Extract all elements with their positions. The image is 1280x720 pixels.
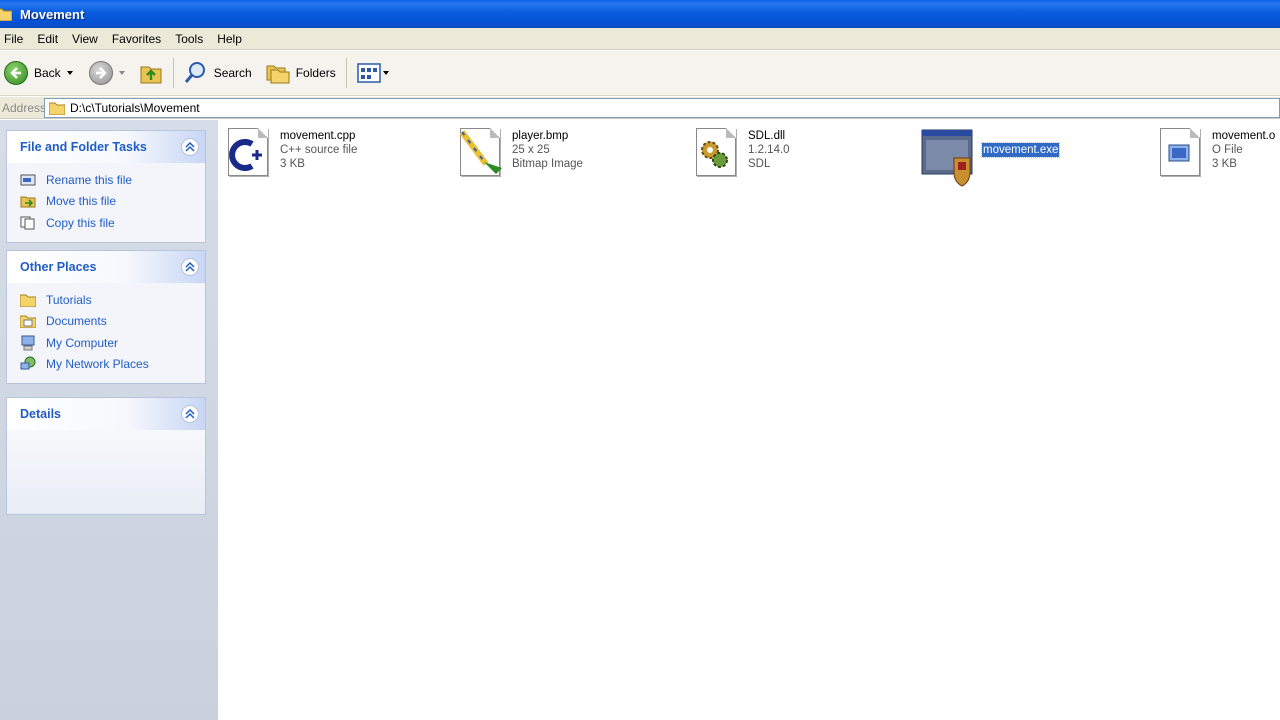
title-bar[interactable]: Movement: [0, 0, 1280, 28]
my-network-places-link[interactable]: My Network Places: [19, 354, 195, 376]
forward-arrow-icon: [88, 61, 113, 85]
file-item[interactable]: SDL.dll 1.2.14.0 SDL: [690, 126, 790, 178]
address-input[interactable]: D:\c\Tutorials\Movement: [44, 97, 1280, 118]
other-places-panel: Other Places Tutorials Documents My Comp…: [6, 250, 206, 384]
rename-icon: [19, 172, 37, 188]
up-folder-icon: [140, 66, 162, 84]
file-name: player.bmp: [512, 130, 569, 142]
file-dimensions: 25 x 25: [512, 144, 550, 156]
tutorials-label: Tutorials: [46, 292, 92, 307]
dll-file-icon: [690, 126, 742, 178]
documents-icon: [19, 313, 37, 329]
folder-icon: [49, 102, 65, 115]
rename-label: Rename this file: [46, 172, 133, 187]
folder-icon: [19, 292, 37, 308]
folders-icon: [266, 65, 290, 84]
file-name: movement.exe: [980, 142, 1061, 158]
file-list[interactable]: movement.cpp C++ source file 3 KB player…: [218, 120, 1280, 720]
file-size: 3 KB: [280, 158, 305, 170]
search-button[interactable]: Search: [180, 57, 256, 89]
file-item[interactable]: movement.cpp C++ source file 3 KB: [222, 126, 357, 178]
details-panel: Details: [6, 397, 206, 515]
cpp-file-icon: [222, 126, 274, 178]
my-computer-link[interactable]: My Computer: [19, 332, 195, 354]
my-network-places-label: My Network Places: [46, 357, 149, 372]
move-icon: [19, 193, 37, 209]
rename-file-link[interactable]: Rename this file: [19, 169, 195, 191]
panel-title: File and Folder Tasks: [20, 140, 147, 154]
folder-icon: [0, 8, 12, 21]
menu-edit[interactable]: Edit: [33, 32, 66, 46]
file-name: movement.cpp: [280, 130, 356, 142]
file-type: Bitmap Image: [512, 158, 583, 170]
window-title: Movement: [20, 6, 85, 22]
search-label: Search: [213, 66, 252, 80]
back-button[interactable]: Back: [0, 57, 77, 89]
file-size: 3 KB: [1212, 158, 1237, 170]
move-label: Move this file: [46, 194, 117, 209]
panel-title: Other Places: [20, 260, 97, 274]
up-folder-button[interactable]: [135, 57, 167, 89]
address-bar: Address D:\c\Tutorials\Movement: [0, 97, 1280, 119]
search-icon: [184, 62, 205, 83]
chevron-down-icon[interactable]: [118, 71, 125, 75]
exe-file-icon: [918, 126, 976, 187]
move-file-link[interactable]: Move this file: [19, 191, 195, 213]
panel-body: Rename this file Move this file Copy thi…: [7, 163, 205, 242]
panel-header[interactable]: Other Places: [7, 251, 205, 283]
folders-label: Folders: [295, 66, 336, 80]
details-body: [7, 430, 205, 514]
back-label: Back: [34, 66, 61, 80]
menu-bar: File Edit View Favorites Tools Help: [0, 28, 1280, 50]
views-icon: [356, 63, 381, 83]
file-version: 1.2.14.0: [748, 144, 790, 156]
panel-body: Tutorials Documents My Computer My Netwo…: [7, 283, 205, 383]
file-type: C++ source file: [280, 144, 358, 156]
paint-file-icon: [454, 126, 506, 178]
documents-link[interactable]: Documents: [19, 311, 195, 333]
chevron-down-icon[interactable]: [66, 71, 73, 75]
back-arrow-icon: [4, 61, 28, 85]
chevron-down-icon[interactable]: [382, 71, 389, 75]
address-label: Address: [2, 100, 47, 115]
file-item-selected[interactable]: movement.exe: [918, 126, 1061, 187]
copy-file-link[interactable]: Copy this file: [19, 212, 195, 234]
file-description: SDL: [748, 158, 771, 170]
views-button[interactable]: [353, 57, 393, 89]
file-item[interactable]: movement.o O File 3 KB: [1154, 126, 1275, 178]
toolbar-divider: [172, 58, 174, 88]
toolbar-divider: [345, 58, 347, 88]
folders-button[interactable]: Folders: [262, 57, 340, 89]
panel-header[interactable]: Details: [7, 398, 205, 430]
panel-header[interactable]: File and Folder Tasks: [7, 131, 205, 163]
menu-view[interactable]: View: [68, 32, 106, 46]
collapse-icon[interactable]: [181, 258, 199, 276]
toolbar: Back Search Folders: [0, 51, 1280, 96]
tutorials-link[interactable]: Tutorials: [19, 289, 195, 311]
documents-label: Documents: [46, 314, 107, 329]
menu-file[interactable]: File: [0, 32, 31, 46]
computer-icon: [19, 335, 37, 351]
file-item[interactable]: player.bmp 25 x 25 Bitmap Image: [454, 126, 583, 178]
generic-file-icon: [1154, 126, 1206, 178]
panel-title: Details: [20, 407, 61, 421]
forward-button[interactable]: [85, 57, 129, 89]
file-folder-tasks-panel: File and Folder Tasks Rename this file M…: [6, 130, 206, 243]
collapse-icon[interactable]: [181, 138, 199, 156]
address-path: D:\c\Tutorials\Movement: [70, 100, 200, 115]
menu-favorites[interactable]: Favorites: [108, 32, 169, 46]
menu-help[interactable]: Help: [213, 32, 250, 46]
task-pane: File and Folder Tasks Rename this file M…: [0, 120, 218, 720]
file-name: movement.o: [1212, 130, 1276, 142]
menu-tools[interactable]: Tools: [171, 32, 211, 46]
file-name: SDL.dll: [748, 130, 786, 142]
network-icon: [19, 356, 37, 372]
copy-label: Copy this file: [46, 215, 115, 230]
copy-icon: [19, 215, 37, 231]
my-computer-label: My Computer: [46, 335, 119, 350]
file-type: O File: [1212, 144, 1243, 156]
collapse-icon[interactable]: [181, 405, 199, 423]
